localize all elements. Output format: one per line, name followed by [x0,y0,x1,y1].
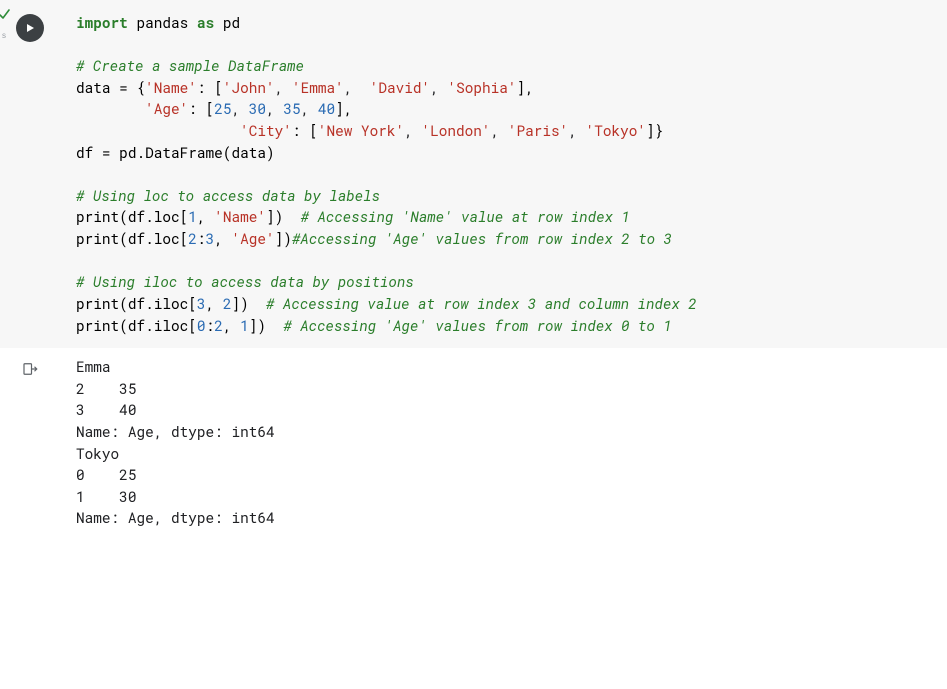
cell-executed-indicator: s [0,8,10,42]
output-text: Emma 2 35 3 40 Name: Age, dtype: int64 T… [60,356,947,529]
gutter: s [0,8,60,340]
svg-text:s: s [2,31,6,40]
code-editor[interactable]: import pandas as pd # Create a sample Da… [60,8,947,340]
input-area: s import pandas as pd # Create a sample … [0,0,947,348]
output-area: Emma 2 35 3 40 Name: Age, dtype: int64 T… [0,348,947,545]
run-cell-button[interactable] [16,14,44,42]
code-cell: s import pandas as pd # Create a sample … [0,0,947,545]
output-arrow-icon [21,360,39,378]
code-token: import [76,13,128,32]
output-toggle-button[interactable] [21,360,39,384]
output-gutter [0,356,60,529]
play-icon [24,22,36,34]
